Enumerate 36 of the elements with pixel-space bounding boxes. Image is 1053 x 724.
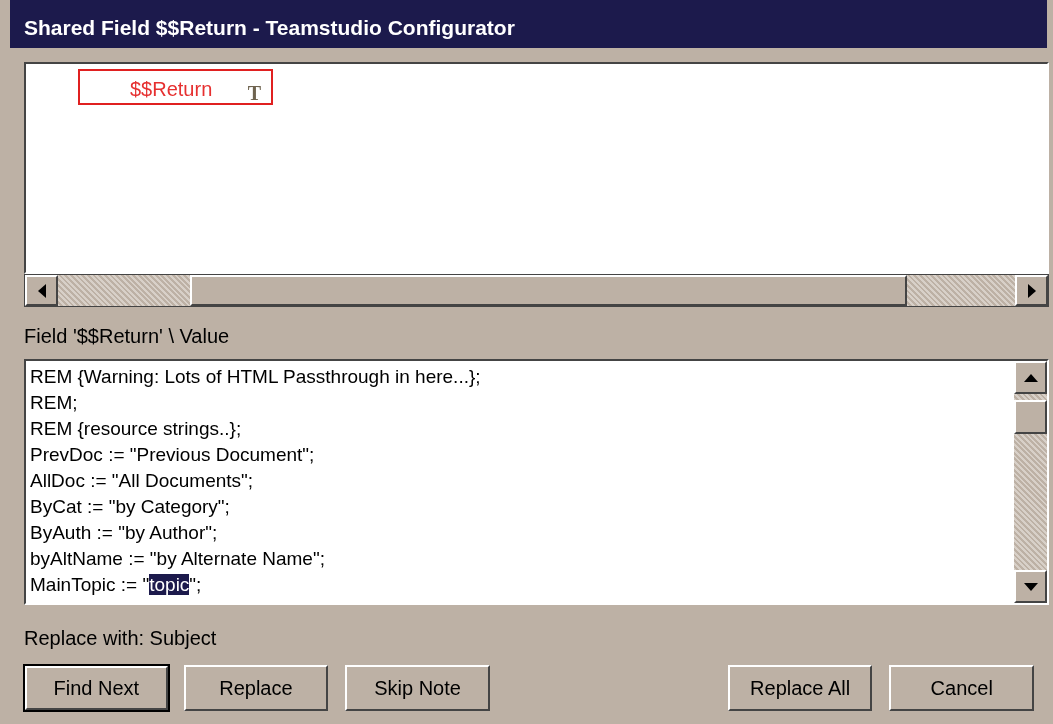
up-arrow-icon [1023,373,1038,382]
scroll-up-button[interactable] [1014,361,1047,394]
code-text: AllDoc := "All Documents"; [30,470,254,491]
field-name: $$Return [130,78,213,100]
scroll-thumb[interactable] [1014,400,1047,434]
right-arrow-icon [1027,283,1036,298]
code-text: REM; [30,392,78,413]
scroll-track[interactable] [1014,394,1047,400]
code-text: REM {resource strings..}; [30,418,242,439]
horizontal-scrollbar[interactable] [24,274,1049,307]
selected-text: topic [149,574,190,595]
dialog-button[interactable]: Cancel [889,665,1034,711]
code-text: ByCat := "by Category"; [30,496,230,517]
dialog-button[interactable]: Replace All [727,665,873,711]
field-box[interactable]: $$Return T [78,69,273,105]
code-text: PrevDoc := "Previous Document"; [30,444,315,465]
code-text: MainTopic := " [30,574,150,595]
dialog-button[interactable]: Skip Note [345,665,490,711]
code-text: REM {Warning: Lots of HTML Passthrough in here...}; [30,366,481,387]
down-arrow-icon [1023,582,1038,591]
scroll-right-button[interactable] [1015,275,1048,306]
scroll-thumb[interactable] [190,275,907,306]
window-title: Shared Field $$Return - Teamstudio Configurator [10,0,1047,48]
replace-label: Replace with: Subject [24,626,218,651]
vertical-scrollbar[interactable] [1014,361,1047,603]
dialog-button[interactable]: Find Next [24,665,169,711]
scroll-left-button[interactable] [25,275,58,306]
code-text: byAltName := "by Alternate Name"; [30,548,325,569]
code-text: "; [189,574,202,595]
value-label: Field '$$Return' \ Value [24,324,231,349]
scroll-down-button[interactable] [1014,570,1047,603]
code-editor[interactable] [24,359,1049,605]
dialog-button[interactable]: Replace [183,665,329,711]
left-arrow-icon [37,283,46,298]
code-text: ByAuth := "by Author"; [30,522,218,543]
text-type-icon: T [247,78,261,108]
